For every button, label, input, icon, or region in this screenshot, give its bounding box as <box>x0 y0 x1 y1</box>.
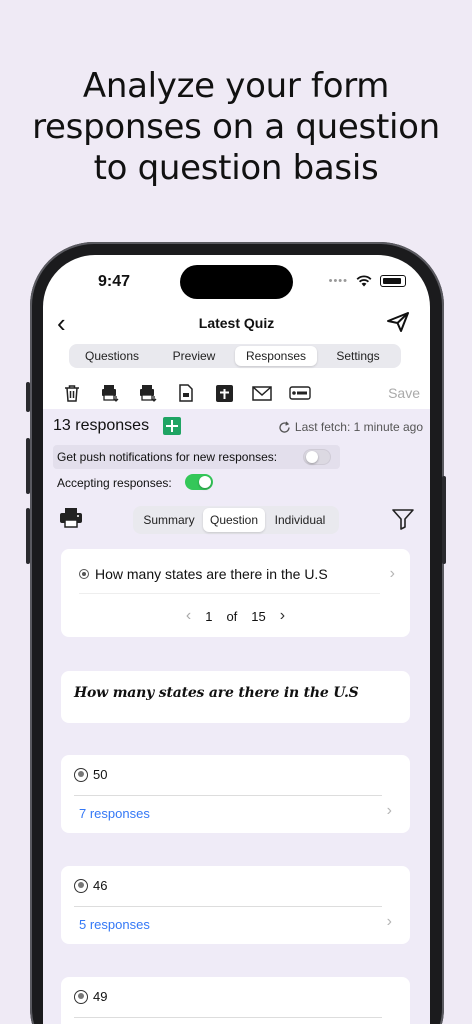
view-mode-tabs: Summary Question Individual <box>133 506 339 534</box>
phone-volume-up <box>26 438 30 494</box>
dynamic-island <box>180 265 293 299</box>
signal-dots: •••• <box>328 275 348 287</box>
tab-question[interactable]: Question <box>203 508 265 532</box>
tab-summary[interactable]: Summary <box>135 508 203 532</box>
divider <box>74 795 382 796</box>
tab-individual[interactable]: Individual <box>265 508 335 532</box>
phone-volume-down <box>26 508 30 564</box>
tab-preview[interactable]: Preview <box>153 346 235 366</box>
accepting-responses-toggle[interactable] <box>185 474 213 490</box>
toolbar: Save <box>53 381 420 405</box>
question-selector-row[interactable]: How many states are there in the U.S › <box>79 564 395 584</box>
option-card-3: 49 <box>61 977 410 1024</box>
mail-icon[interactable] <box>243 382 281 404</box>
radio-question-type-icon <box>79 569 89 579</box>
last-fetch[interactable]: Last fetch: 1 minute ago <box>278 420 423 434</box>
phone-power-button <box>442 476 446 564</box>
responses-count: 13 responses <box>53 417 150 434</box>
tab-responses[interactable]: Responses <box>235 346 317 366</box>
document-icon[interactable] <box>167 382 205 404</box>
option-card-2: 46 5 responses › <box>61 866 410 944</box>
navigation-bar: ‹ Latest Quiz <box>43 307 430 339</box>
accepting-responses-label: Accepting responses: <box>57 476 172 490</box>
printer-icon[interactable] <box>59 507 83 529</box>
marketing-headline: Analyze your form responses on a questio… <box>0 66 472 189</box>
radio-icon <box>74 989 88 1004</box>
toggle-knob <box>199 476 211 488</box>
status-time: 9:47 <box>98 273 131 290</box>
save-button[interactable]: Save <box>388 385 420 401</box>
tab-settings[interactable]: Settings <box>317 346 399 366</box>
option-row: 46 <box>74 878 107 893</box>
last-fetch-text: Last fetch: 1 minute ago <box>294 420 423 434</box>
headline-line-2: responses on a question <box>32 107 440 147</box>
option-row: 49 <box>74 989 107 1004</box>
push-notifications-label: Get push notifications for new responses… <box>57 450 278 464</box>
battery-icon <box>380 275 406 287</box>
current-question-number: 1 <box>205 608 213 624</box>
google-sheets-icon[interactable] <box>163 417 181 435</box>
next-question-chevron-icon[interactable]: › <box>280 607 285 625</box>
previous-question-chevron-icon[interactable]: ‹ <box>186 607 191 625</box>
download-csv-icon[interactable] <box>91 382 129 404</box>
toggle-knob <box>306 451 318 463</box>
filter-icon[interactable] <box>392 508 414 530</box>
selected-question: How many states are there in the U.S <box>95 566 328 582</box>
status-indicators: •••• <box>329 275 406 287</box>
chevron-right-icon[interactable]: › <box>387 913 392 931</box>
refresh-icon[interactable] <box>278 421 291 434</box>
push-notifications-row: Get push notifications for new responses… <box>53 445 340 469</box>
option-responses-link[interactable]: 5 responses <box>79 917 150 932</box>
chevron-right-icon[interactable]: › <box>387 802 392 820</box>
divider <box>74 1017 382 1018</box>
question-title: How many states are there in the U.S <box>74 685 359 701</box>
question-selector-card: How many states are there in the U.S › ‹… <box>61 549 410 637</box>
responses-header: 13 responses Last fetch: 1 minute ago <box>53 415 423 439</box>
phone-screen: 9:47 •••• ‹ Latest Quiz Questions Previe… <box>43 255 430 1024</box>
radio-icon <box>74 878 88 893</box>
option-value: 46 <box>93 878 108 893</box>
option-responses-link[interactable]: 7 responses <box>79 806 150 821</box>
push-notifications-toggle[interactable] <box>303 449 331 465</box>
page-title: Latest Quiz <box>198 315 275 331</box>
tab-questions[interactable]: Questions <box>71 346 153 366</box>
option-value: 50 <box>93 767 108 782</box>
pager-of-label: of <box>226 608 238 624</box>
record-icon[interactable] <box>281 382 319 404</box>
question-pager: ‹ 1 of 15 › <box>61 607 410 625</box>
option-card-1: 50 7 responses › <box>61 755 410 833</box>
main-tabs: Questions Preview Responses Settings <box>69 344 401 368</box>
chevron-right-icon: › <box>389 565 395 582</box>
headline-line-1: Analyze your form <box>82 66 390 106</box>
wifi-icon <box>356 275 372 287</box>
divider <box>79 593 380 594</box>
total-questions: 15 <box>251 608 266 624</box>
phone-mute-switch <box>26 382 30 412</box>
question-title-card: How many states are there in the U.S <box>61 671 410 723</box>
option-value: 49 <box>93 989 108 1004</box>
responses-content: 13 responses Last fetch: 1 minute ago Ge… <box>43 409 430 1024</box>
trash-icon[interactable] <box>53 382 91 404</box>
sheet-plus-icon[interactable] <box>205 382 243 404</box>
download-xlsx-icon[interactable] <box>129 382 167 404</box>
divider <box>74 906 382 907</box>
headline-line-3: to question basis <box>93 148 379 188</box>
send-icon[interactable] <box>386 311 410 333</box>
radio-icon <box>74 767 88 782</box>
option-row: 50 <box>74 767 107 782</box>
